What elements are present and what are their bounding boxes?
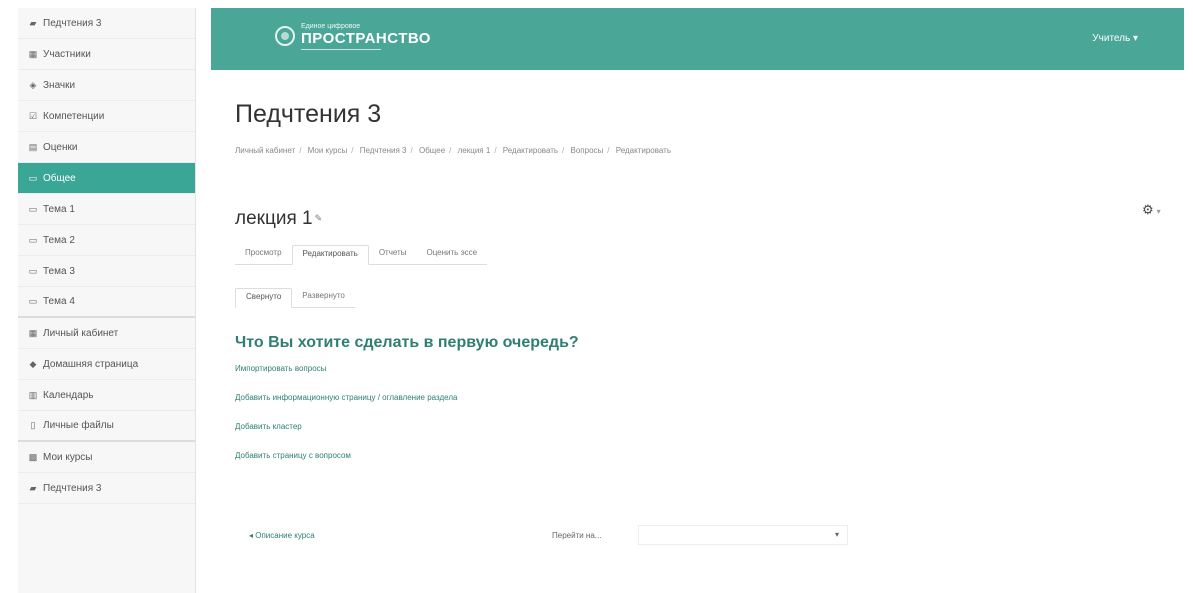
- sidebar-item-label: Компетенции: [43, 110, 105, 122]
- gear-icon: ⚙: [1142, 202, 1154, 217]
- breadcrumb-separator: /: [299, 146, 302, 155]
- sidebar-nav: ▰ Педчтения 3 ▦ Участники ◈ Значки ☑ Компете…: [18, 8, 196, 593]
- edit-icon: ✎: [314, 213, 323, 224]
- breadcrumb: Личный кабинет / Мои курсы / Педчтения 3/ …: [235, 146, 671, 155]
- sidebar-item-course-link[interactable]: ▰ Педчтения 3: [18, 473, 195, 504]
- sidebar-item-label: Личные файлы: [43, 420, 114, 431]
- sidebar-item-badges[interactable]: ◈ Значки: [18, 70, 195, 101]
- chevron-down-icon: ▾: [834, 530, 839, 539]
- add-cluster-link[interactable]: Добавить кластер: [235, 422, 457, 431]
- breadcrumb-item[interactable]: Вопросы: [571, 146, 604, 155]
- breadcrumb-separator: /: [494, 146, 497, 155]
- sidebar-item-dashboard[interactable]: ▦ Личный кабинет: [18, 318, 195, 349]
- breadcrumb-separator: /: [607, 146, 610, 155]
- dashboard-icon: ▦: [28, 327, 38, 338]
- folder-icon: ▭: [28, 265, 38, 276]
- sidebar-item-label: Мои курсы: [43, 451, 93, 463]
- add-question-page-link[interactable]: Добавить страницу с вопросом: [235, 451, 457, 460]
- table-icon: ▤: [28, 141, 38, 152]
- sidebar-item-topic-1[interactable]: ▭ Тема 1: [18, 194, 195, 225]
- sidebar-item-topic-4[interactable]: ▭ Тема 4: [18, 287, 195, 318]
- breadcrumb-separator: /: [410, 146, 413, 155]
- logo-icon: [275, 26, 295, 46]
- tab-reports[interactable]: Отчеты: [369, 245, 417, 264]
- breadcrumb-item[interactable]: Личный кабинет: [235, 146, 295, 155]
- sidebar-item-label: Тема 4: [43, 296, 75, 307]
- logo-subtitle: Единое цифровое: [301, 23, 361, 30]
- import-questions-link[interactable]: Импортировать вопросы: [235, 364, 457, 373]
- sidebar-item-private-files[interactable]: ▯ Личные файлы: [18, 411, 195, 442]
- breadcrumb-item[interactable]: Мои курсы: [308, 146, 348, 155]
- calendar-icon: ▥: [28, 389, 38, 400]
- sidebar-item-label: Педчтения 3: [43, 17, 102, 29]
- edit-view-tabs: Свернуто Развернуто: [235, 288, 355, 308]
- sidebar-item-home[interactable]: ◆ Домашняя страница: [18, 349, 195, 380]
- sidebar-item-competencies[interactable]: ☑ Компетенции: [18, 101, 195, 132]
- home-icon: ◆: [29, 358, 37, 369]
- sidebar-item-label: Личный кабинет: [43, 327, 119, 339]
- action-links: Импортировать вопросы Добавить информаци…: [235, 364, 457, 480]
- file-icon: ▯: [30, 420, 36, 430]
- jump-to-select[interactable]: ▾: [638, 525, 848, 545]
- tab-expanded[interactable]: Развернуто: [292, 288, 355, 307]
- sidebar-item-label: Тема 2: [43, 234, 75, 246]
- sidebar-item-label: Тема 3: [43, 265, 75, 277]
- badge-icon: ◈: [29, 79, 37, 90]
- breadcrumb-item[interactable]: Педчтения 3: [360, 146, 407, 155]
- breadcrumb-separator: /: [562, 146, 565, 155]
- sidebar-item-course[interactable]: ▰ Педчтения 3: [18, 8, 195, 39]
- sidebar-item-label: Домашняя страница: [43, 358, 139, 370]
- previous-activity-link[interactable]: ◂ Описание курса: [249, 531, 315, 540]
- sidebar-item-label: Оценки: [43, 141, 78, 153]
- first-step-heading: Что Вы хотите сделать в первую очередь?: [235, 334, 579, 351]
- users-icon: ▦: [28, 48, 38, 59]
- breadcrumb-item[interactable]: Редактировать: [503, 146, 558, 155]
- sidebar-item-label: Календарь: [43, 389, 94, 401]
- sidebar-item-participants[interactable]: ▦ Участники: [18, 39, 195, 70]
- logo-text: Единое цифровое ПРОСТРАНСТВО: [301, 22, 431, 50]
- user-menu[interactable]: Учитель ▾: [1092, 33, 1138, 44]
- tab-collapsed[interactable]: Свернуто: [235, 288, 293, 308]
- tab-grade-essays[interactable]: Оценить эссе: [416, 245, 487, 264]
- checkbox-icon: ☑: [28, 110, 38, 121]
- sidebar-item-calendar[interactable]: ▥ Календарь: [18, 380, 195, 411]
- folder-icon: ▭: [28, 172, 38, 183]
- breadcrumb-item[interactable]: Общее: [419, 146, 445, 155]
- sidebar-item-label: Педчтения 3: [43, 482, 102, 494]
- folder-icon: ▭: [28, 203, 38, 214]
- breadcrumb-item[interactable]: лекция 1: [458, 146, 491, 155]
- tab-preview[interactable]: Просмотр: [235, 245, 292, 264]
- module-title: лекция 1 ✎: [235, 208, 322, 230]
- breadcrumb-separator: /: [449, 146, 452, 155]
- folder-icon: ▭: [28, 234, 38, 245]
- course-icon: ▰: [29, 17, 37, 28]
- actions-menu-button[interactable]: ⚙ ▾: [1142, 202, 1161, 218]
- breadcrumb-separator: /: [351, 146, 354, 155]
- sidebar-item-my-courses[interactable]: ▩ Мои курсы: [18, 442, 195, 473]
- sidebar-item-grades[interactable]: ▤ Оценки: [18, 132, 195, 163]
- add-content-page-link[interactable]: Добавить информационную страницу / оглав…: [235, 393, 457, 402]
- jump-to-label: Перейти на...: [552, 531, 602, 540]
- site-logo[interactable]: Единое цифровое ПРОСТРАНСТВО: [275, 22, 431, 50]
- logo-underline: [301, 49, 381, 50]
- folder-icon: ▭: [28, 296, 38, 306]
- sidebar-item-label: Значки: [43, 79, 76, 91]
- logo-title: ПРОСТРАНСТВО: [301, 30, 431, 47]
- sidebar-item-topic-2[interactable]: ▭ Тема 2: [18, 225, 195, 256]
- sidebar-item-label: Участники: [43, 48, 91, 60]
- sidebar-item-label: Тема 1: [43, 203, 75, 215]
- page-title: Педчтения 3: [235, 100, 382, 128]
- top-navbar: Единое цифровое ПРОСТРАНСТВО Учитель ▾: [211, 8, 1184, 70]
- course-icon: ▰: [29, 482, 37, 493]
- chevron-down-icon: ▾: [1156, 207, 1161, 216]
- sidebar-item-label: Общее: [43, 172, 76, 184]
- tab-edit[interactable]: Редактировать: [291, 245, 369, 265]
- sidebar-item-general[interactable]: ▭ Общее: [18, 163, 195, 194]
- courses-icon: ▩: [28, 451, 38, 462]
- sidebar-item-topic-3[interactable]: ▭ Тема 3: [18, 256, 195, 287]
- module-title-text: лекция 1: [235, 208, 313, 229]
- breadcrumb-item: Редактировать: [615, 146, 672, 155]
- lesson-tabs: Просмотр Редактировать Отчеты Оценить эс…: [235, 245, 488, 265]
